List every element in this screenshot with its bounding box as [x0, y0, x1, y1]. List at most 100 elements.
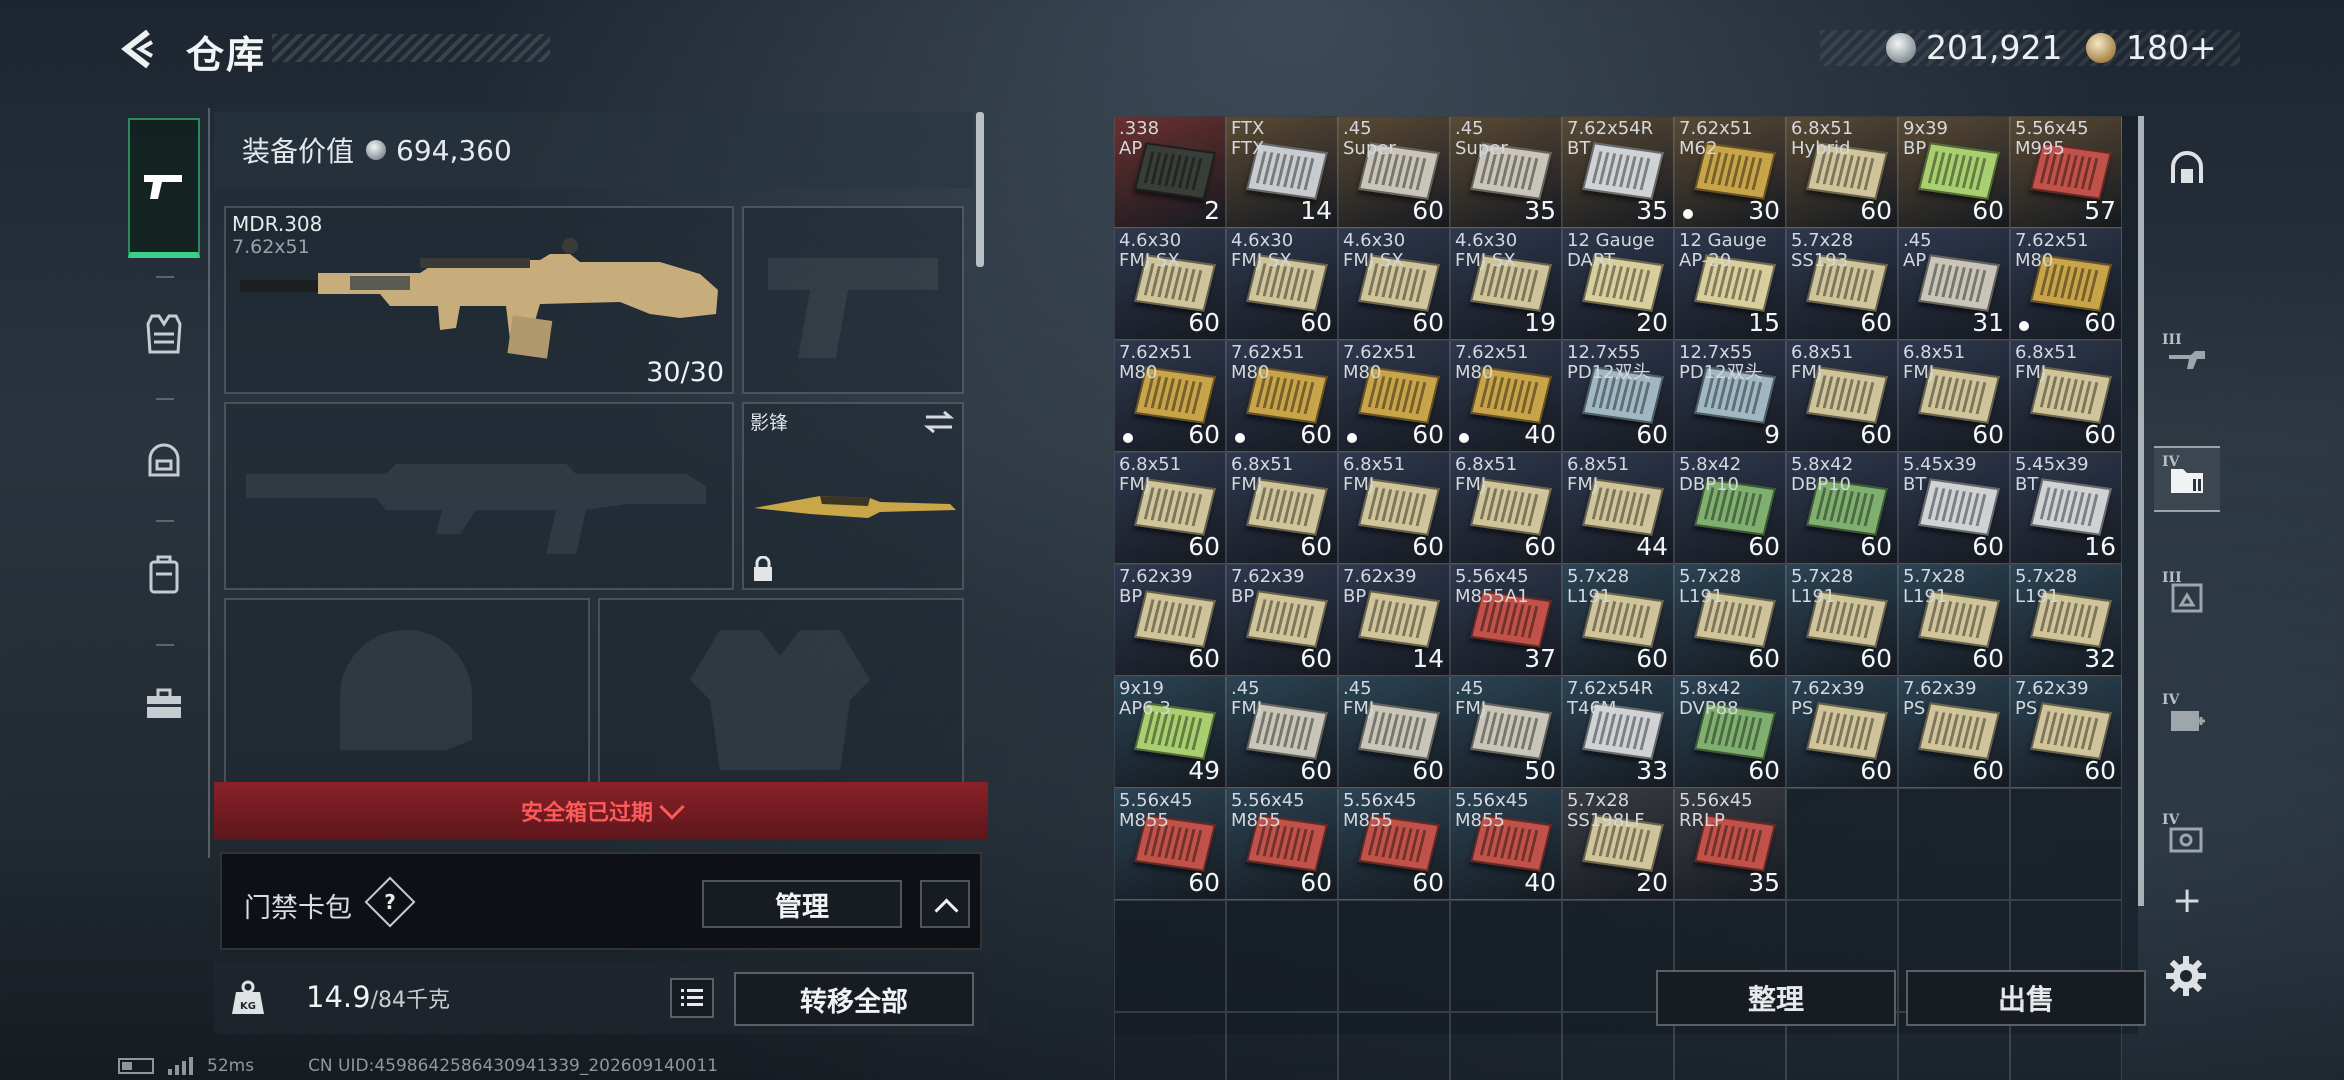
add-storage-tab-button[interactable]: +: [2172, 880, 2202, 921]
inventory-item[interactable]: 5.7x28 L191 32: [2010, 564, 2122, 676]
inventory-item[interactable]: 7.62x51 M80 40: [1450, 340, 1562, 452]
storage-tab-4[interactable]: III: [2154, 564, 2220, 630]
list-view-button[interactable]: [670, 978, 714, 1018]
storage-tab-1[interactable]: [2154, 136, 2220, 202]
manage-button[interactable]: 管理: [702, 880, 902, 928]
item-count: 60: [1412, 420, 1444, 449]
inventory-item[interactable]: 6.8x51 Hybrid 60: [1786, 116, 1898, 228]
tab-helmet[interactable]: [128, 426, 200, 498]
empty-slot[interactable]: [1898, 788, 2010, 900]
inventory-item[interactable]: 12 Gauge AP-20 15: [1674, 228, 1786, 340]
item-count: 50: [1524, 756, 1556, 785]
inventory-item[interactable]: 6.8x51 FMJ 60: [2010, 340, 2122, 452]
storage-tab-3[interactable]: IV: [2154, 446, 2220, 512]
help-icon[interactable]: ?: [364, 876, 416, 928]
inventory-item[interactable]: 5.45x39 BT 60: [1898, 452, 2010, 564]
storage-scrollbar[interactable]: [2138, 116, 2144, 906]
collapse-button[interactable]: [920, 880, 970, 928]
inventory-item[interactable]: 12.7x55 PD12双头 9: [1674, 340, 1786, 452]
inventory-item[interactable]: 7.62x39 BP 60: [1226, 564, 1338, 676]
inventory-item[interactable]: 12.7x55 PD12双头 60: [1562, 340, 1674, 452]
inventory-item[interactable]: FTX FTX 14: [1226, 116, 1338, 228]
inventory-item[interactable]: 6.8x51 FMJ 60: [1450, 452, 1562, 564]
inventory-item[interactable]: 5.7x28 L191 60: [1674, 564, 1786, 676]
inventory-item[interactable]: .45 FMJ 60: [1338, 676, 1450, 788]
tab-armor[interactable]: [128, 298, 200, 370]
inventory-item[interactable]: 6.8x51 FMJ 60: [1338, 452, 1450, 564]
inventory-item[interactable]: 7.62x54R BT 35: [1562, 116, 1674, 228]
item-type: M80: [1343, 362, 1382, 383]
inventory-item[interactable]: .45 FMJ 60: [1226, 676, 1338, 788]
empty-slot[interactable]: [1786, 788, 1898, 900]
inventory-item[interactable]: 7.62x51 M80 60: [1226, 340, 1338, 452]
inventory-item[interactable]: .45 FMJ 50: [1450, 676, 1562, 788]
tab-toolbox[interactable]: [128, 668, 200, 740]
inventory-item[interactable]: 9x39 BP 60: [1898, 116, 2010, 228]
storage-tab-5[interactable]: IV: [2154, 686, 2220, 752]
inventory-item[interactable]: 5.56x45 M855 60: [1114, 788, 1226, 900]
inventory-item[interactable]: 12 Gauge DART 20: [1562, 228, 1674, 340]
inventory-item[interactable]: 5.7x28 SS193 60: [1786, 228, 1898, 340]
inventory-item[interactable]: 5.8x42 DBP10 60: [1786, 452, 1898, 564]
inventory-item[interactable]: 5.56x45 M855 60: [1338, 788, 1450, 900]
inventory-item[interactable]: 5.8x42 DVP88 60: [1674, 676, 1786, 788]
gold-balance[interactable]: 180+: [2126, 28, 2217, 67]
inventory-item[interactable]: 7.62x51 M80 60: [1114, 340, 1226, 452]
inventory-item[interactable]: 5.56x45 M855 40: [1450, 788, 1562, 900]
inventory-item[interactable]: 5.8x42 DBP10 60: [1674, 452, 1786, 564]
melee-slot[interactable]: 影锋: [742, 402, 964, 590]
gear-icon[interactable]: [2164, 954, 2208, 998]
tab-weapons[interactable]: [128, 118, 200, 258]
swap-icon[interactable]: [924, 410, 954, 434]
inventory-item[interactable]: 7.62x39 PS 60: [1898, 676, 2010, 788]
inventory-item[interactable]: 4.6x30 FMJ SX 60: [1114, 228, 1226, 340]
inventory-item[interactable]: 7.62x51 M62 30: [1674, 116, 1786, 228]
primary-weapon-slot[interactable]: MDR.308 7.62x51 30/30: [224, 206, 734, 394]
inventory-item[interactable]: 5.56x45 M855A1 37: [1450, 564, 1562, 676]
inventory-item[interactable]: 5.7x28 L191 60: [1786, 564, 1898, 676]
tab-backpack[interactable]: [128, 538, 200, 610]
inventory-item[interactable]: 5.7x28 SS198LF 20: [1562, 788, 1674, 900]
inventory-item[interactable]: 5.56x45 M995 57: [2010, 116, 2122, 228]
back-arrow-icon[interactable]: [118, 28, 160, 70]
sell-button[interactable]: 出售: [1906, 970, 2146, 1026]
inventory-item[interactable]: 7.62x39 PS 60: [2010, 676, 2122, 788]
inventory-item[interactable]: .338 AP 2: [1114, 116, 1226, 228]
safe-box-expired-banner[interactable]: 安全箱已过期: [214, 782, 988, 840]
inventory-item[interactable]: 4.6x30 FMJ SX 60: [1226, 228, 1338, 340]
inventory-item[interactable]: 4.6x30 FMJ SX 60: [1338, 228, 1450, 340]
inventory-item[interactable]: 6.8x51 FMJ 60: [1898, 340, 2010, 452]
inventory-item[interactable]: 6.8x51 FMJ 44: [1562, 452, 1674, 564]
inventory-item[interactable]: 6.8x51 FMJ 60: [1114, 452, 1226, 564]
inventory-item[interactable]: .45 AP 31: [1898, 228, 2010, 340]
armor-slot[interactable]: [598, 598, 964, 788]
inventory-item[interactable]: 5.45x39 BT 16: [2010, 452, 2122, 564]
loadout-scrollbar[interactable]: [976, 112, 984, 267]
inventory-item[interactable]: 7.62x54R T46M 33: [1562, 676, 1674, 788]
inventory-item[interactable]: .45 Super 35: [1450, 116, 1562, 228]
secondary-weapon-slot[interactable]: [224, 402, 734, 590]
inventory-item[interactable]: 6.8x51 FMJ 60: [1786, 340, 1898, 452]
inventory-item[interactable]: 5.7x28 L191 60: [1562, 564, 1674, 676]
inventory-item[interactable]: 6.8x51 FMJ 60: [1226, 452, 1338, 564]
sort-button[interactable]: 整理: [1656, 970, 1896, 1026]
inventory-item[interactable]: 4.6x30 FMJ SX 19: [1450, 228, 1562, 340]
inventory-item[interactable]: 5.56x45 RRLP 35: [1674, 788, 1786, 900]
inventory-item[interactable]: 5.56x45 M855 60: [1226, 788, 1338, 900]
transfer-all-button[interactable]: 转移全部: [734, 972, 974, 1026]
storage-tab-6[interactable]: IV: [2154, 806, 2220, 872]
inventory-item[interactable]: 7.62x39 PS 60: [1786, 676, 1898, 788]
empty-slot[interactable]: [2010, 788, 2122, 900]
inventory-item[interactable]: 7.62x39 BP 60: [1114, 564, 1226, 676]
inventory-item[interactable]: 7.62x39 BP 14: [1338, 564, 1450, 676]
inventory-item[interactable]: 7.62x51 M80 60: [1338, 340, 1450, 452]
inventory-item[interactable]: 9x19 AP6.3 49: [1114, 676, 1226, 788]
inventory-item[interactable]: 7.62x51 M80 60: [2010, 228, 2122, 340]
inventory-item[interactable]: 5.7x28 L191 60: [1898, 564, 2010, 676]
helmet-slot[interactable]: [224, 598, 590, 788]
storage-tab-2[interactable]: III: [2154, 326, 2220, 392]
tab-tier-label: IV: [2162, 812, 2180, 828]
item-type: M80: [2015, 250, 2054, 271]
inventory-item[interactable]: .45 Super 60: [1338, 116, 1450, 228]
pistol-slot[interactable]: [742, 206, 964, 394]
